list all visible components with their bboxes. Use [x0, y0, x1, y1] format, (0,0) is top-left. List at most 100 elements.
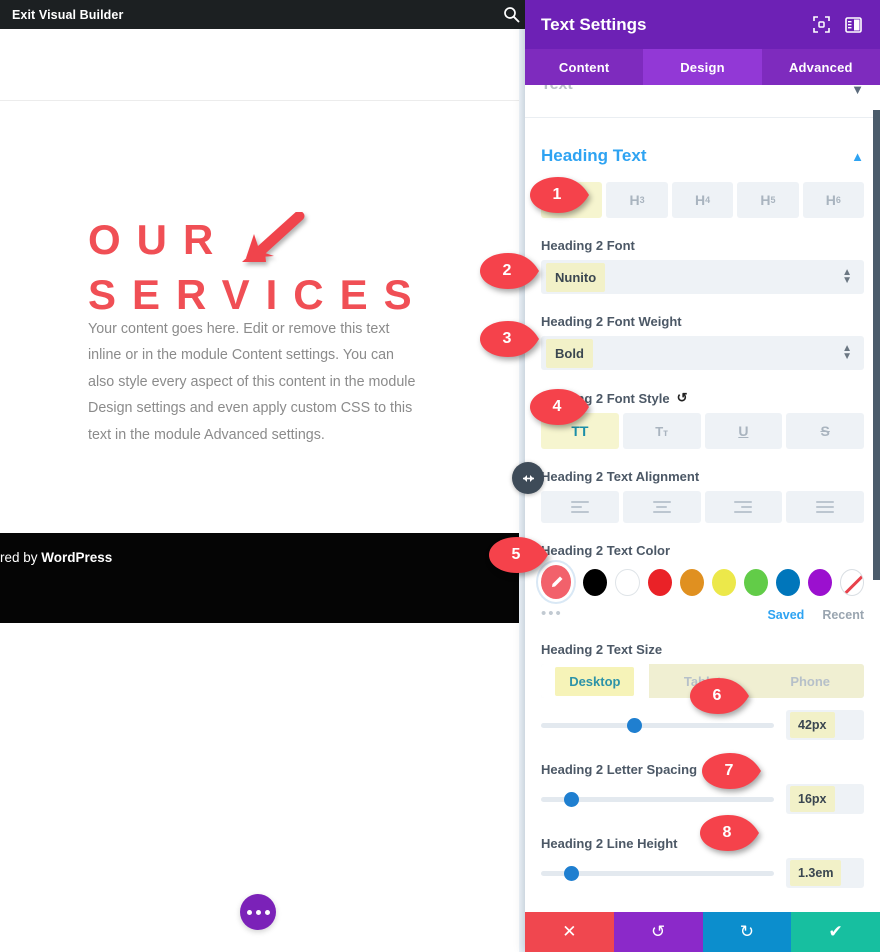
- underline-icon: U: [738, 423, 749, 439]
- swatch-white[interactable]: [615, 568, 640, 596]
- text-size-slider-knob[interactable]: [627, 717, 643, 733]
- color-tabs: Saved Recent: [541, 608, 864, 622]
- cancel-button[interactable]: ✕: [525, 912, 614, 952]
- align-center-icon: [652, 501, 671, 513]
- font-style-smallcaps-button[interactable]: Tт: [622, 413, 701, 449]
- header-band: [0, 29, 530, 101]
- swatch-purple[interactable]: [807, 568, 832, 596]
- text-size-slider[interactable]: [541, 717, 774, 733]
- align-center-button[interactable]: [622, 491, 701, 523]
- chevron-down-icon: ▼: [851, 85, 864, 97]
- text-size-value: 42px: [790, 712, 835, 738]
- more-options-fab[interactable]: [240, 894, 276, 930]
- swatch-red[interactable]: [647, 568, 672, 596]
- h6-sub: 6: [835, 195, 841, 205]
- letter-spacing-input[interactable]: 16px: [786, 784, 864, 814]
- marker-number: 1: [552, 186, 562, 203]
- letter-spacing-slider-knob[interactable]: [564, 791, 580, 807]
- exit-visual-builder-link[interactable]: Exit Visual Builder: [12, 8, 123, 22]
- swatch-orange[interactable]: [679, 568, 704, 596]
- heading-level-h4[interactable]: H4: [671, 182, 734, 218]
- line-height-slider-row: 1.3em: [541, 858, 864, 888]
- heading-text-alignment-field: Heading 2 Text Alignment: [525, 469, 880, 523]
- visual-builder-topbar: Exit Visual Builder: [0, 0, 530, 29]
- text-size-slider-row: 42px: [541, 710, 864, 740]
- focus-frame-icon[interactable]: [810, 14, 832, 36]
- font-style-strikethrough-button[interactable]: S: [786, 413, 864, 449]
- page-paragraph[interactable]: Your content goes here. Edit or remove t…: [88, 316, 421, 448]
- swatch-green[interactable]: [743, 568, 768, 596]
- align-justify-icon: [816, 501, 835, 513]
- font-style-underline-button[interactable]: U: [704, 413, 783, 449]
- screen-root: Exit Visual Builder OUR SERVICES Your co…: [0, 0, 880, 952]
- line-height-slider-knob[interactable]: [564, 865, 580, 881]
- marker-number: 5: [511, 546, 521, 563]
- panel-resize-handle[interactable]: [512, 462, 544, 494]
- align-right-button[interactable]: [704, 491, 783, 523]
- heading-font-weight-label: Heading 2 Font Weight: [541, 314, 682, 329]
- heading-level-h6[interactable]: H6: [802, 182, 865, 218]
- heading-level-h5[interactable]: H5: [737, 182, 799, 218]
- search-icon[interactable]: [503, 6, 520, 23]
- save-button[interactable]: ✔: [791, 912, 880, 952]
- device-tab-phone[interactable]: Phone: [756, 664, 864, 698]
- swatch-yellow[interactable]: [711, 568, 736, 596]
- marker-number: 2: [502, 262, 512, 279]
- annotation-marker-8: 8: [698, 815, 760, 851]
- footer-credit-brand[interactable]: WordPress: [41, 550, 112, 565]
- annotation-marker-7: 7: [700, 753, 762, 789]
- fab-dot: [255, 909, 261, 915]
- line-height-input[interactable]: 1.3em: [786, 858, 864, 888]
- align-left-button[interactable]: [541, 491, 619, 523]
- recent-colors-tab[interactable]: Recent: [822, 608, 864, 622]
- panel-scrollbar[interactable]: [873, 110, 880, 580]
- content-area: OUR SERVICES Your content goes here. Edi…: [0, 101, 530, 533]
- h5-sub: 5: [770, 195, 776, 205]
- heading-text-alignment-label: Heading 2 Text Alignment: [541, 469, 700, 484]
- text-size-input[interactable]: 42px: [786, 710, 864, 740]
- swatch-black[interactable]: [583, 568, 608, 596]
- section-text-collapsed[interactable]: Text ▼: [525, 85, 880, 118]
- footer-credit-prefix: red by: [0, 550, 42, 565]
- annotation-marker-2: 2: [478, 253, 540, 289]
- chevron-updown-icon: ▲ ▼: [842, 342, 852, 362]
- section-heading-text-header[interactable]: Heading Text ▲: [525, 118, 880, 182]
- h4-label: H: [694, 192, 706, 208]
- swatch-blue[interactable]: [775, 568, 800, 596]
- line-height-slider[interactable]: [541, 865, 774, 881]
- align-left-icon: [570, 501, 589, 513]
- letter-spacing-value: 16px: [790, 786, 835, 812]
- uppercase-icon: TT: [571, 423, 589, 439]
- footer-credit: red by WordPress: [0, 550, 300, 565]
- chevron-updown-icon: ▲ ▼: [842, 266, 852, 286]
- letter-spacing-slider[interactable]: [541, 791, 774, 807]
- reset-icon[interactable]: ↺: [677, 390, 688, 406]
- heading-font-weight-select[interactable]: Bold ▲ ▼: [541, 336, 864, 370]
- redo-button[interactable]: ↻: [702, 912, 792, 952]
- chevron-up-icon: ▲: [851, 148, 864, 164]
- panel-tabs: Content Design Advanced: [525, 49, 880, 85]
- swatch-none[interactable]: [839, 568, 864, 596]
- tab-content[interactable]: Content: [525, 49, 643, 85]
- device-tab-desktop[interactable]: Desktop: [541, 664, 649, 698]
- marker-number: 8: [722, 824, 732, 841]
- align-justify-button[interactable]: [786, 491, 864, 523]
- h6-label: H: [825, 192, 836, 208]
- text-settings-panel: Text Settings Content Design Advanced ▼ …: [525, 0, 880, 952]
- heading-text-alignment-buttons: [541, 491, 864, 523]
- annotation-marker-6: 6: [688, 678, 750, 714]
- tab-design[interactable]: Design: [643, 49, 762, 85]
- heading-font-select[interactable]: Nunito ▲ ▼: [541, 260, 864, 294]
- line-height-value: 1.3em: [790, 860, 842, 886]
- align-right-icon: [734, 501, 753, 513]
- saved-colors-tab[interactable]: Saved: [767, 608, 804, 622]
- panel-header: Text Settings: [525, 0, 880, 49]
- heading-level-h3[interactable]: H3: [606, 182, 668, 218]
- device-phone-label: Phone: [790, 673, 831, 689]
- heading-text-size-label: Heading 2 Text Size: [541, 642, 663, 657]
- h3-label: H: [629, 192, 640, 208]
- marker-number: 6: [712, 687, 722, 704]
- undo-button[interactable]: ↺: [613, 912, 703, 952]
- tab-advanced[interactable]: Advanced: [762, 49, 880, 85]
- layout-panel-icon[interactable]: [842, 14, 864, 36]
